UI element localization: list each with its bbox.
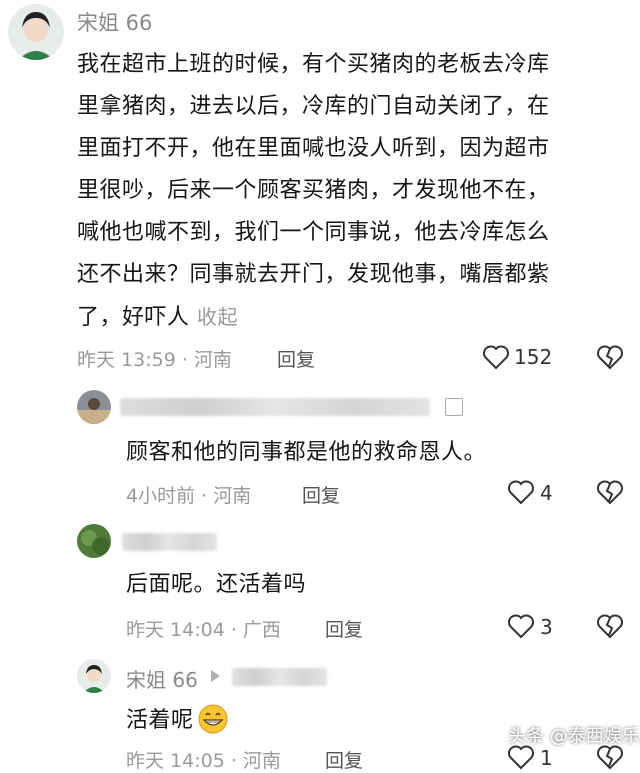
heart-outline-icon[interactable]: [507, 479, 535, 505]
username-blurred[interactable]: [122, 533, 217, 551]
reply-arrow-icon: [211, 670, 220, 682]
username-blurred[interactable]: [120, 398, 430, 416]
broken-heart-icon[interactable]: [596, 613, 624, 639]
reply-meta: 昨天 14:05 · 河南: [126, 750, 281, 772]
username-blurred[interactable]: [232, 668, 327, 686]
comment-line: 里拿猪肉，进去以后，冷库的门自动关闭了，在: [77, 94, 550, 119]
comment-line: 我在超市上班的时候，有个买猪肉的老板去冷库: [77, 52, 550, 77]
username[interactable]: 宋姐 66: [77, 7, 152, 37]
broken-heart-icon[interactable]: [596, 479, 624, 505]
reply-text: 顾客和他的同事都是他的救命恩人。: [126, 440, 487, 465]
comment-line: 了，好吓人 收起: [77, 296, 637, 339]
badge-icon: [445, 398, 463, 416]
watermark: 头条 @泰西娱乐: [508, 726, 640, 747]
reply-text-row: 活着呢: [126, 700, 228, 742]
reply-button[interactable]: 回复: [325, 615, 363, 642]
reply-meta: 4小时前 · 河南: [126, 485, 252, 507]
like-count: 4: [540, 481, 553, 505]
comment-meta: 昨天 13:59 · 河南: [77, 349, 232, 371]
like-count: 1: [540, 746, 553, 770]
grinning-face-icon: [198, 704, 228, 738]
heart-outline-icon[interactable]: [482, 344, 510, 370]
username[interactable]: 宋姐 66: [126, 664, 198, 693]
reply-button[interactable]: 回复: [277, 345, 315, 372]
comment-line: 里很吵，后来一个顾客买猪肉，才发现他不在，: [77, 178, 550, 203]
avatar[interactable]: [77, 524, 111, 558]
broken-heart-icon[interactable]: [596, 344, 624, 370]
avatar[interactable]: [77, 659, 111, 693]
reply-text: 活着呢: [126, 708, 194, 733]
reply-button[interactable]: 回复: [325, 746, 363, 773]
comment-body: 我在超市上班的时候，有个买猪肉的老板去冷库 里拿猪肉，进去以后，冷库的门自动关闭…: [77, 44, 637, 339]
like-count: 3: [540, 615, 553, 639]
comment-line: 喊他也喊不到，我们一个同事说，他去冷库怎么: [77, 220, 550, 245]
avatar[interactable]: [77, 390, 111, 424]
heart-outline-icon[interactable]: [507, 613, 535, 639]
avatar[interactable]: [8, 4, 64, 60]
reply-button[interactable]: 回复: [302, 481, 340, 508]
comment-line: 里面打不开，他在里面喊也没人听到，因为超市: [77, 136, 550, 161]
comment-line: 还不出来？同事就去开门，发现他事，嘴唇都紫: [77, 262, 550, 287]
reply-text: 后面呢。还活着吗: [126, 572, 307, 597]
like-count: 152: [514, 345, 553, 369]
comment-last-line: 了，好吓人: [77, 305, 190, 330]
reply-meta: 昨天 14:04 · 广西: [126, 619, 281, 641]
collapse-link[interactable]: 收起: [197, 305, 238, 329]
